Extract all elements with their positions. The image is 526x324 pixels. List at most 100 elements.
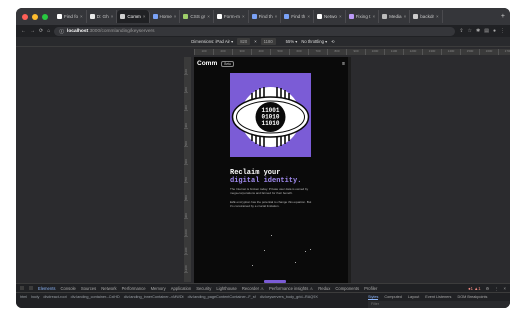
share-icon[interactable]: ⇪ xyxy=(459,28,463,34)
devtools-tab[interactable]: Components xyxy=(335,286,359,291)
devtools-tab[interactable]: Profiler xyxy=(364,286,377,291)
tab-label: CSS gr xyxy=(190,14,206,19)
browser-tab[interactable]: Home × xyxy=(150,10,181,23)
tab-label: D: Gh xyxy=(96,14,109,19)
browser-tab[interactable]: Find fo × xyxy=(54,10,87,23)
devtools-tab[interactable]: Performance xyxy=(122,286,146,291)
device-height-input[interactable]: 1180 xyxy=(260,38,276,45)
maximize-window-button[interactable] xyxy=(42,13,48,20)
browser-tab[interactable]: Form-m × xyxy=(214,10,249,23)
devtools-tab[interactable]: Elements xyxy=(38,286,55,291)
hamburger-menu-icon[interactable]: ≡ xyxy=(342,61,345,67)
breadcrumb-node[interactable]: html xyxy=(20,295,27,299)
rotate-icon[interactable]: ⟲ xyxy=(331,39,335,44)
intro-paragraph-1: The Internet is broken today. Private us… xyxy=(230,187,309,195)
horizontal-ruler: 100 200 300 400 500 600 700 800 900 1000 1100 1200 1… xyxy=(194,49,510,55)
zoom-select[interactable]: 55% ▾ xyxy=(286,39,298,44)
close-tab-icon[interactable]: × xyxy=(80,14,83,19)
devtools-tab[interactable]: Security xyxy=(196,286,211,291)
extensions-icon[interactable]: ✱ xyxy=(476,28,480,34)
sidepanel-icon[interactable]: ▤ xyxy=(484,28,489,34)
browser-tab[interactable]: backdr × xyxy=(410,10,443,23)
reload-icon[interactable]: ⟳ xyxy=(39,28,43,34)
close-devtools-icon[interactable]: × xyxy=(504,286,506,291)
tab-label: Media xyxy=(389,14,402,19)
browser-window: Find fo × D: Gh × Comm × Home × CSS gr × Form-m × Fi… xyxy=(16,8,510,308)
close-tab-icon[interactable]: × xyxy=(111,14,114,19)
close-tab-icon[interactable]: × xyxy=(404,14,407,19)
tab-label: Home xyxy=(159,14,172,19)
styles-pane-tab[interactable]: Event Listeners xyxy=(425,295,451,299)
tab-favicon-icon xyxy=(284,14,290,19)
tab-favicon-icon xyxy=(183,14,189,19)
close-tab-icon[interactable]: × xyxy=(143,14,146,19)
settings-gear-icon[interactable]: ⚙ xyxy=(486,286,490,291)
devtools-tab[interactable]: Network xyxy=(101,286,116,291)
styles-pane-tab[interactable]: Computed xyxy=(384,295,402,299)
styles-filter-input[interactable]: Filter xyxy=(368,301,510,308)
device-select[interactable]: Dimensions: iPad Air ▾ xyxy=(191,39,233,44)
breadcrumb-node[interactable]: div.landing_pageContentContainer--F_sf xyxy=(188,295,256,299)
breadcrumb-node[interactable]: div#react-root xyxy=(43,295,66,299)
breadcrumb-node[interactable]: body xyxy=(31,295,39,299)
profile-icon[interactable]: ● xyxy=(493,28,496,34)
binary-line-3: 11010 xyxy=(261,120,279,127)
device-scrollbar[interactable] xyxy=(348,57,351,283)
app-logo[interactable]: Comm xyxy=(197,60,217,67)
back-icon[interactable]: ← xyxy=(21,28,26,34)
inspect-icon[interactable] xyxy=(20,286,24,290)
address-path: :3000/commlanding/keyservers xyxy=(88,28,155,34)
browser-tab[interactable]: Fixing t × xyxy=(346,10,380,23)
devtools-tab[interactable]: Sources xyxy=(81,286,96,291)
more-options-icon[interactable]: ⋮ xyxy=(494,286,498,291)
browser-tab[interactable]: D: Gh × xyxy=(87,10,118,23)
ruler-tick-label: 100 xyxy=(184,57,188,75)
close-tab-icon[interactable]: × xyxy=(242,14,245,19)
styles-pane-tab[interactable]: Layout xyxy=(408,295,419,299)
styles-pane-tab[interactable]: DOM Breakpoints xyxy=(457,295,487,299)
close-tab-icon[interactable]: × xyxy=(207,14,210,19)
forward-icon[interactable]: → xyxy=(30,28,35,34)
home-icon[interactable]: ⌂ xyxy=(47,28,50,34)
close-tab-icon[interactable]: × xyxy=(436,14,439,19)
close-tab-icon[interactable]: × xyxy=(275,14,278,19)
devtools-tab[interactable]: Recorder ⚠ xyxy=(242,286,264,291)
devtools-tab[interactable]: Application xyxy=(171,286,192,291)
tab-label: Find th xyxy=(291,14,306,19)
breadcrumb-node[interactable]: div.keyservers_body_grid--RAQ9X xyxy=(260,295,318,299)
browser-tab[interactable]: CSS gr × xyxy=(180,10,214,23)
browser-tab[interactable]: Comm × xyxy=(117,10,150,23)
device-toggle-icon[interactable] xyxy=(29,286,33,290)
tab-favicon-icon xyxy=(316,14,322,19)
device-width-input[interactable]: 820 xyxy=(237,38,251,45)
close-tab-icon[interactable]: × xyxy=(174,14,177,19)
ruler-tick-label: 700 xyxy=(308,49,327,55)
browser-tab[interactable]: Find th × xyxy=(281,10,314,23)
throttle-select[interactable]: No throttling ▾ xyxy=(301,39,327,44)
issues-badge[interactable]: ●1 ▲1 xyxy=(468,286,481,291)
close-window-button[interactable] xyxy=(22,13,28,20)
address-bar[interactable]: ⓘ localhost :3000/commlanding/keyservers xyxy=(54,26,456,36)
ruler-tick-label: 1400 xyxy=(441,49,460,55)
breadcrumb-node[interactable]: div.landing_container--CxiHD xyxy=(71,295,120,299)
close-tab-icon[interactable]: × xyxy=(372,14,375,19)
devtools-tab[interactable]: Lighthouse xyxy=(216,286,237,291)
browser-tab[interactable]: Find th × xyxy=(249,10,282,23)
devtools-tab[interactable]: Performance insights ⚠ xyxy=(269,286,313,291)
browser-tab[interactable]: Netwo × xyxy=(314,10,346,23)
devtools-tab[interactable]: Memory xyxy=(151,286,166,291)
styles-pane-tab[interactable]: Styles xyxy=(368,295,379,300)
ruler-tick-label: 1100 xyxy=(384,49,403,55)
browser-tab[interactable]: Media × xyxy=(379,10,411,23)
menu-icon[interactable]: ⋮ xyxy=(500,28,505,34)
minimize-window-button[interactable] xyxy=(32,13,38,20)
info-icon[interactable]: ⓘ xyxy=(59,28,64,35)
close-tab-icon[interactable]: × xyxy=(307,14,310,19)
bookmark-icon[interactable]: ☆ xyxy=(468,28,472,34)
close-tab-icon[interactable]: × xyxy=(339,14,342,19)
ruler-tick-label: 400 xyxy=(184,111,188,129)
breadcrumb-node[interactable]: div.landing_innerContainer--vMWDt xyxy=(124,295,184,299)
new-tab-button[interactable]: + xyxy=(496,13,510,20)
devtools-tab[interactable]: Console xyxy=(60,286,75,291)
devtools-tab[interactable]: Redux xyxy=(318,286,330,291)
